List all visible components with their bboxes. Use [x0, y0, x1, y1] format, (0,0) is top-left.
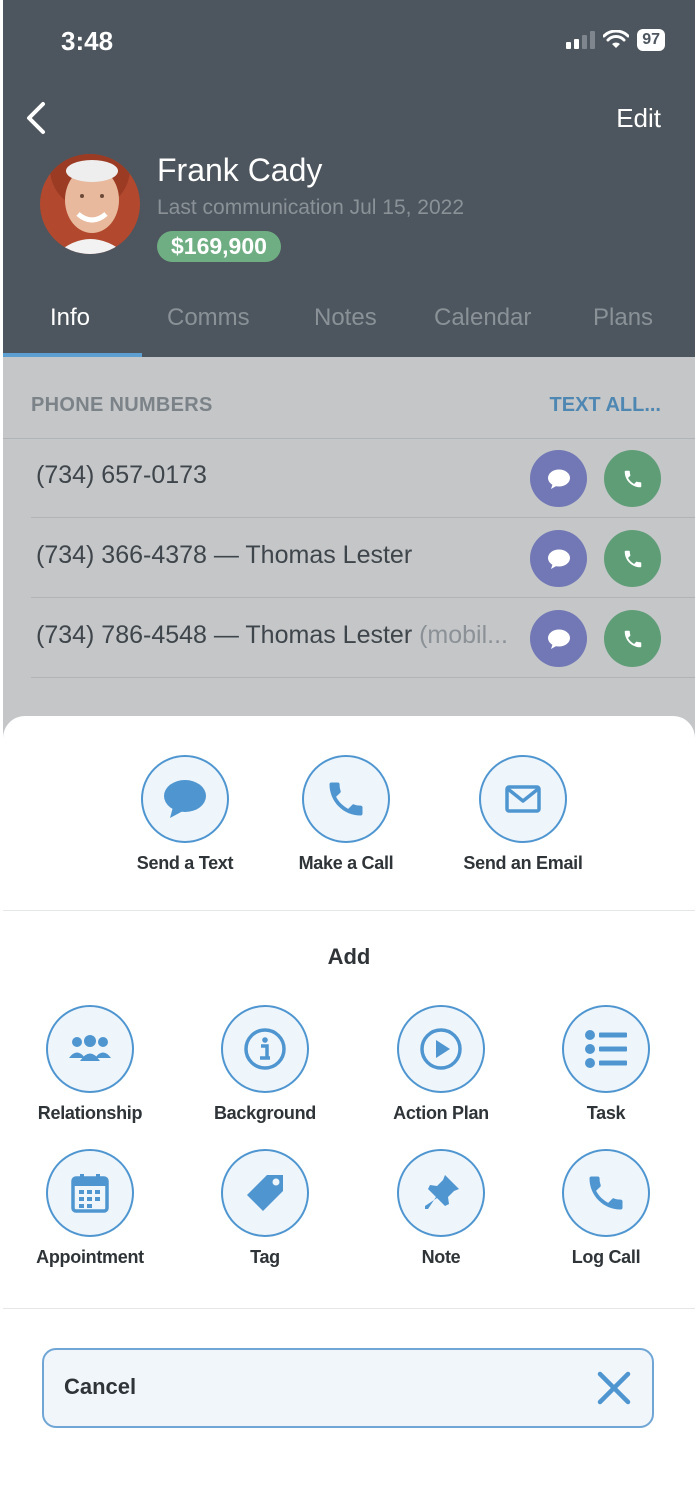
speech-bubble-icon: [547, 629, 570, 649]
background-label: Background: [213, 1103, 316, 1123]
divider: [31, 677, 695, 678]
add-background-button[interactable]: Background: [200, 1005, 330, 1124]
relationship-circle: [46, 1005, 134, 1093]
action-plan-label: Action Plan: [393, 1103, 489, 1123]
battery-icon: 97: [637, 29, 665, 51]
appointment-circle: [46, 1149, 134, 1237]
text-message-button[interactable]: [530, 530, 587, 587]
divider: [3, 1308, 695, 1309]
send-email-label: Send an Email: [463, 853, 583, 873]
phone-number-text: (734) 657-0173: [36, 461, 207, 489]
phone-row[interactable]: (734) 786-4548 — Thomas Lester (mobil...: [3, 598, 695, 678]
add-task-button[interactable]: Task: [541, 1005, 671, 1124]
pushpin-icon: [425, 1175, 459, 1209]
signal-icon: [566, 31, 596, 49]
call-button[interactable]: [604, 610, 661, 667]
info-icon: [244, 1028, 286, 1070]
add-relationship-button[interactable]: Relationship: [25, 1005, 155, 1124]
people-icon: [69, 1035, 111, 1061]
phone-numbers-heading: PHONE NUMBERS: [31, 394, 213, 416]
edit-button[interactable]: Edit: [616, 103, 661, 134]
play-icon: [420, 1028, 462, 1070]
tag-label: Tag: [250, 1247, 280, 1267]
status-icons: 97: [566, 29, 665, 51]
log-call-circle: [562, 1149, 650, 1237]
speech-bubble-icon: [164, 780, 206, 818]
appointment-label: Appointment: [36, 1247, 144, 1267]
tab-info[interactable]: Info: [50, 304, 90, 332]
phone-icon: [589, 1176, 623, 1210]
tag-circle: [221, 1149, 309, 1237]
tag-icon: [247, 1175, 283, 1211]
phone-number-text: (734) 786-4548 — Thomas Lester (mobil...: [36, 621, 509, 649]
call-button[interactable]: [604, 450, 661, 507]
status-time: 3:48: [61, 26, 114, 56]
cancel-button[interactable]: Cancel: [42, 1348, 654, 1428]
app-screen: 3:48 97 Edit Frank Cady Last communicati…: [3, 0, 695, 1500]
phone-icon: [624, 550, 641, 567]
log-call-label: Log Call: [571, 1247, 641, 1267]
tab-calendar[interactable]: Calendar: [434, 304, 531, 332]
tab-plans[interactable]: Plans: [593, 304, 653, 332]
text-message-button[interactable]: [530, 610, 587, 667]
make-call-label: Make a Call: [298, 853, 394, 873]
make-call-circle: [302, 755, 390, 843]
speech-bubble-icon: [547, 469, 570, 489]
action-sheet: Send a Text Make a Call Send an Email Ad…: [3, 716, 695, 1500]
tab-comms[interactable]: Comms: [167, 304, 250, 332]
wifi-icon: [603, 30, 630, 48]
add-tag-button[interactable]: Tag: [200, 1149, 330, 1268]
action-plan-circle: [397, 1005, 485, 1093]
task-circle: [562, 1005, 650, 1093]
contact-name: Frank Cady: [157, 152, 323, 188]
contact-header: 3:48 97 Edit Frank Cady Last communicati…: [3, 0, 695, 357]
last-communication: Last communication Jul 15, 2022: [157, 196, 465, 219]
note-circle: [397, 1149, 485, 1237]
send-email-button[interactable]: Send an Email: [453, 755, 593, 874]
close-icon: [597, 1371, 631, 1405]
phone-row[interactable]: (734) 366-4378 — Thomas Lester: [3, 518, 695, 598]
relationship-label: Relationship: [37, 1103, 143, 1123]
add-note-button[interactable]: Note: [376, 1149, 506, 1268]
back-chevron-icon[interactable]: [23, 98, 53, 138]
calendar-icon: [71, 1174, 109, 1213]
divider: [3, 438, 695, 439]
add-action-plan-button[interactable]: Action Plan: [376, 1005, 506, 1124]
send-text-circle: [141, 755, 229, 843]
call-button[interactable]: [604, 530, 661, 587]
phone-icon: [329, 782, 363, 816]
add-appointment-button[interactable]: Appointment: [25, 1149, 155, 1268]
list-icon: [585, 1030, 627, 1068]
tab-bar: Info Comms Notes Calendar Plans: [3, 296, 695, 357]
note-label: Note: [421, 1247, 461, 1267]
cancel-label: Cancel: [64, 1374, 137, 1399]
speech-bubble-icon: [547, 549, 570, 569]
divider: [3, 910, 695, 911]
phone-icon: [624, 470, 641, 487]
contact-info-content: PHONE NUMBERS TEXT ALL... (734) 657-0173…: [3, 357, 695, 777]
send-text-button[interactable]: Send a Text: [125, 755, 245, 874]
log-call-button[interactable]: Log Call: [541, 1149, 671, 1268]
phone-row[interactable]: (734) 657-0173: [3, 438, 695, 518]
avatar: [40, 154, 140, 254]
send-email-circle: [479, 755, 567, 843]
price-badge: $169,900: [157, 231, 281, 262]
text-message-button[interactable]: [530, 450, 587, 507]
task-label: Task: [586, 1103, 626, 1123]
add-section-title: Add: [327, 944, 371, 969]
make-call-button[interactable]: Make a Call: [286, 755, 406, 874]
background-circle: [221, 1005, 309, 1093]
phone-number-text: (734) 366-4378 — Thomas Lester: [36, 541, 413, 569]
send-text-label: Send a Text: [136, 853, 234, 873]
text-all-button[interactable]: TEXT ALL...: [550, 394, 661, 417]
phone-icon: [624, 630, 641, 647]
tab-notes[interactable]: Notes: [314, 304, 377, 332]
envelope-icon: [505, 785, 541, 813]
